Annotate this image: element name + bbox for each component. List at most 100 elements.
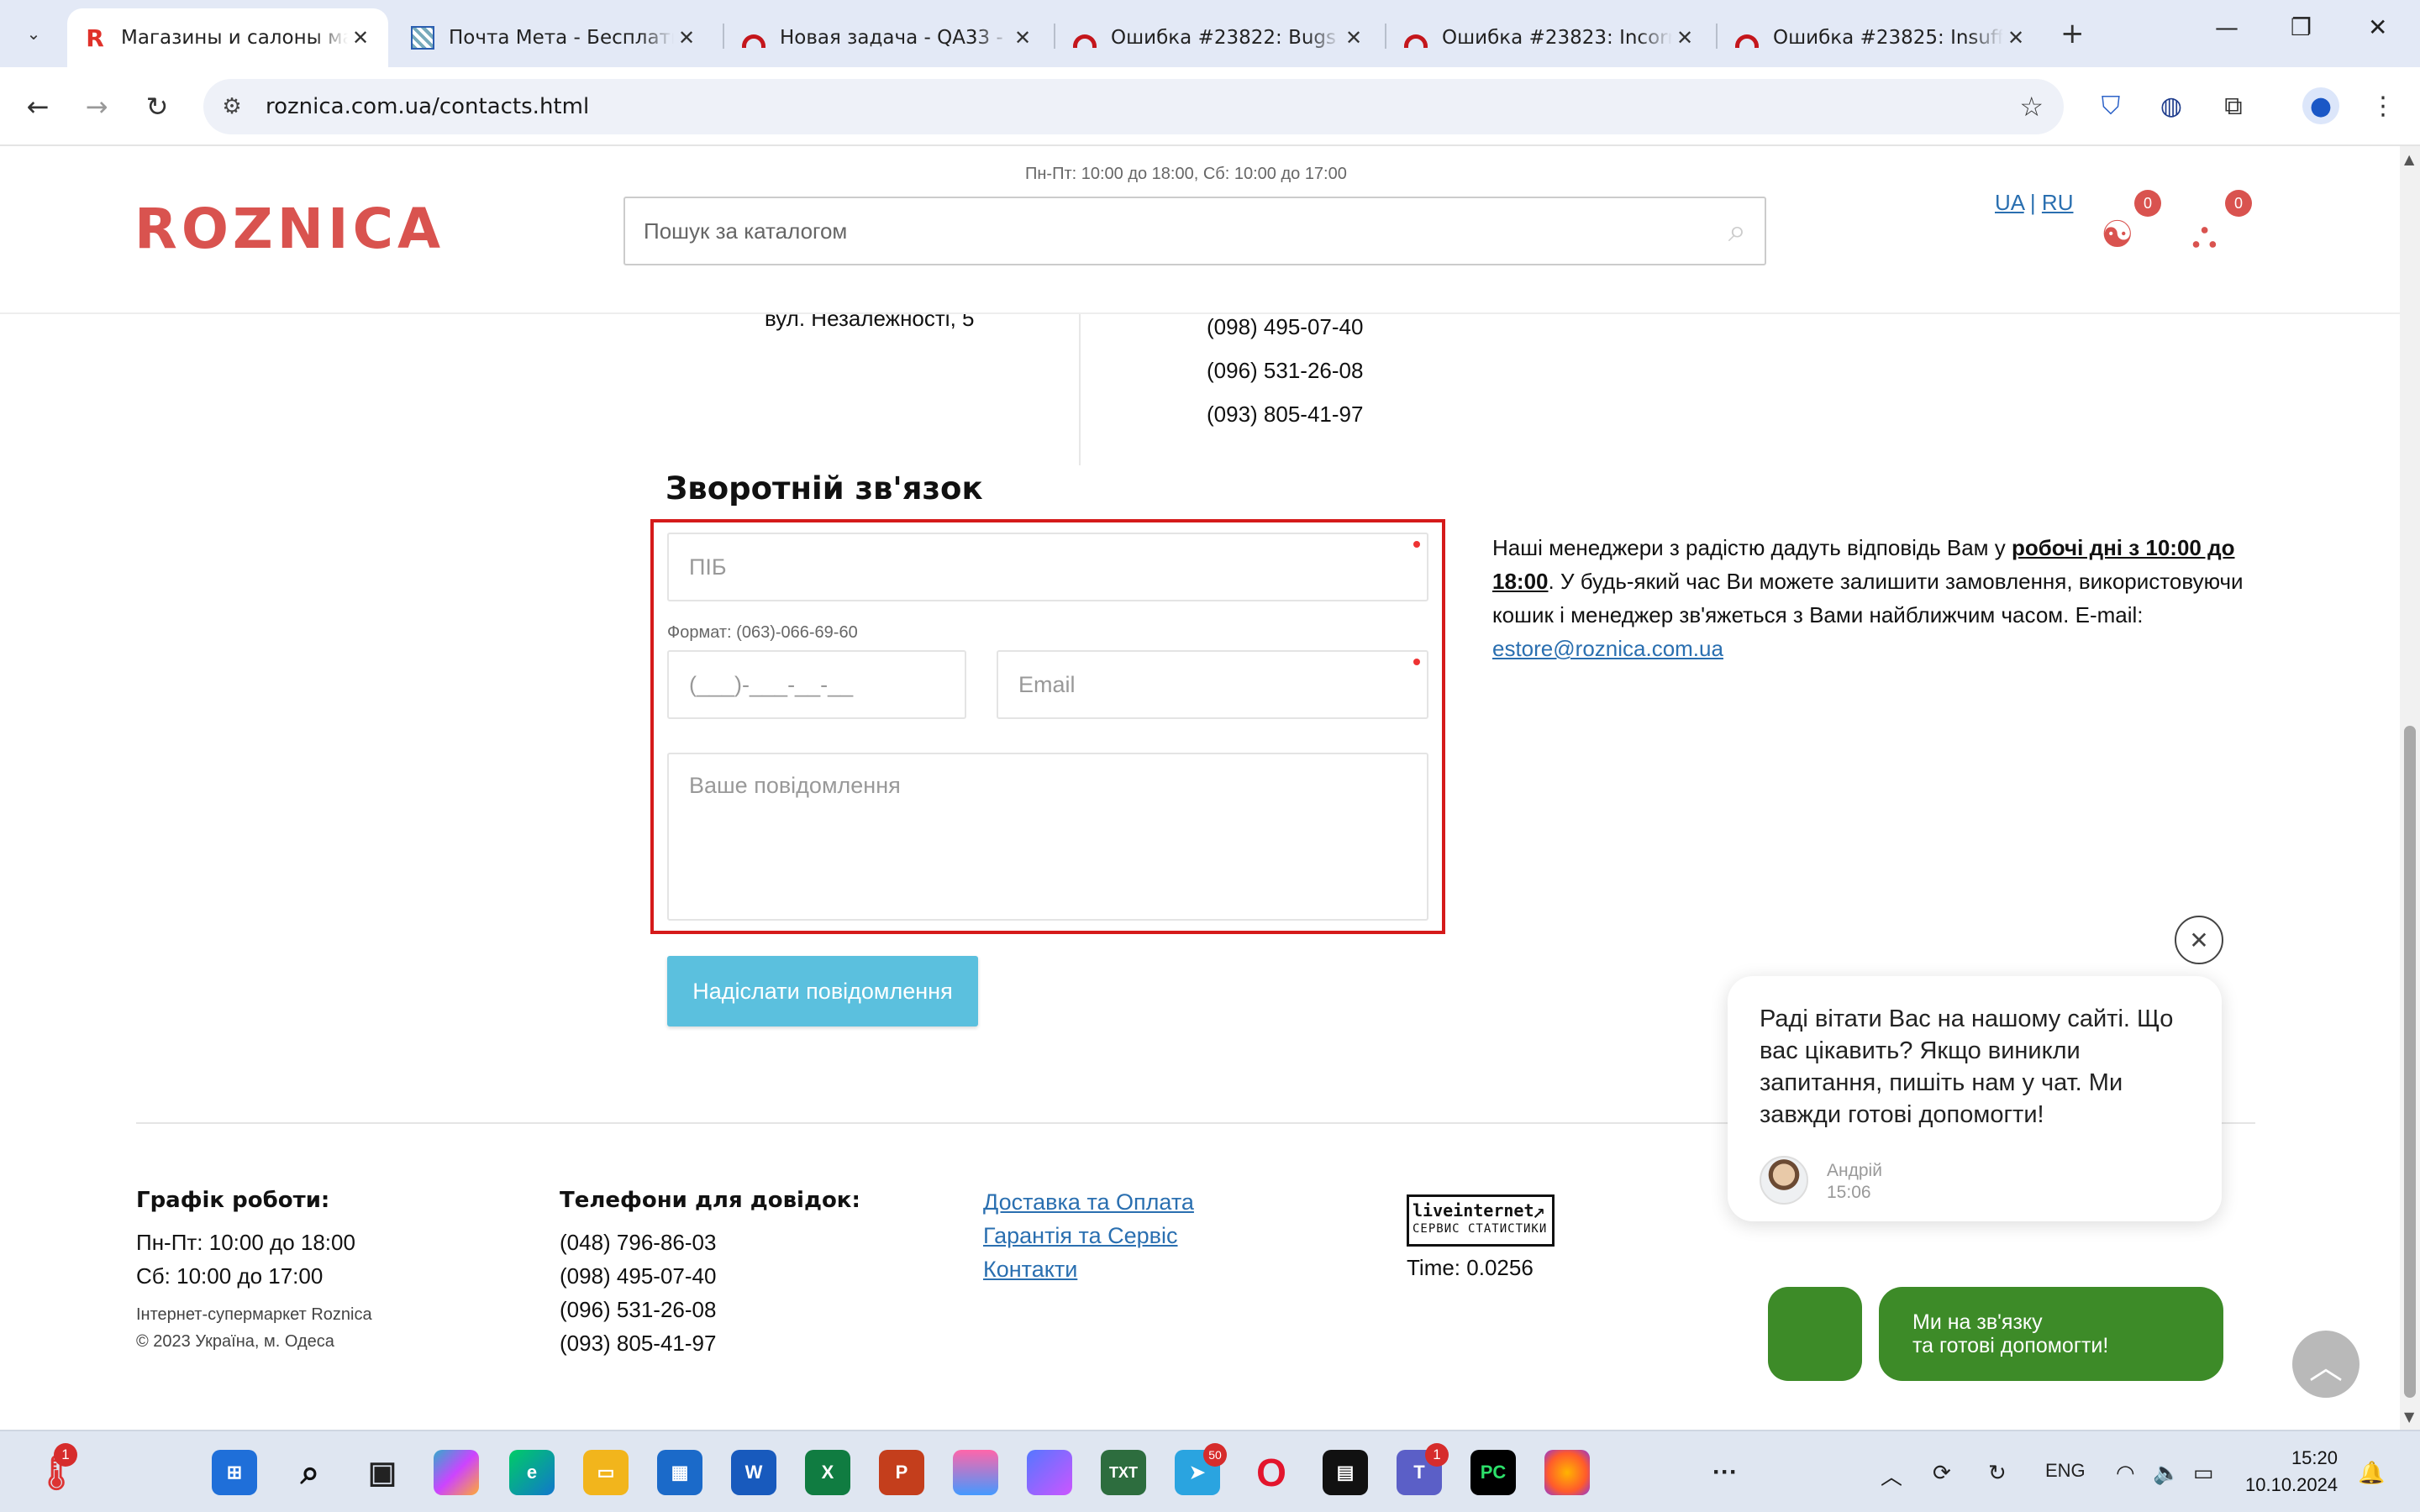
wifi-icon[interactable]: ◠ <box>2116 1460 2135 1486</box>
profile-avatar-icon[interactable]: ● <box>2302 87 2339 124</box>
cart-count-badge: 0 <box>2225 190 2252 217</box>
email-input[interactable]: Email <box>997 650 1428 719</box>
bookmark-star-icon[interactable]: ☆ <box>2019 91 2044 123</box>
browser-menu-icon[interactable]: ⋮ <box>2365 87 2402 124</box>
task-view-icon[interactable]: ▣ <box>360 1450 405 1495</box>
store-phone[interactable]: (098) 495-07-40 <box>1207 314 1363 340</box>
tab-meta-mail[interactable]: Почта Мета - Бесплатн ✕ <box>395 8 714 67</box>
url-text[interactable]: roznica.com.ua/contacts.html <box>266 94 589 119</box>
vpn-globe-icon[interactable]: ◍ <box>2153 87 2190 124</box>
chat-cta-button[interactable]: Ми на зв'язку та готові допомогти! <box>1879 1287 2223 1381</box>
footer-link-warranty[interactable]: Гарантія та Сервіс <box>983 1223 1178 1249</box>
tab-roznica[interactable]: R Магазины и салоны ма ✕ <box>67 8 388 67</box>
meta-mail-icon <box>410 25 435 50</box>
tab-bug-23822[interactable]: Ошибка #23822: Bugs ( ✕ <box>1057 8 1381 67</box>
scroll-up-arrow-icon[interactable]: ▲ <box>2404 151 2414 167</box>
close-tab-icon[interactable]: ✕ <box>674 26 699 50</box>
footer-link-contacts[interactable]: Контакти <box>983 1257 1077 1283</box>
scroll-down-arrow-icon[interactable]: ▼ <box>2404 1409 2414 1425</box>
search-icon[interactable]: ⌕ <box>287 1450 333 1495</box>
site-logo[interactable]: ROZNICA <box>134 197 445 261</box>
notifications-bell-icon[interactable]: 🔔 <box>2358 1460 2385 1486</box>
footer-link-delivery[interactable]: Доставка та Оплата <box>983 1189 1194 1215</box>
tab-bug-23825[interactable]: Ошибка #23825: Insuffi ✕ <box>1719 8 2044 67</box>
input-language-indicator[interactable]: ENG <box>2045 1460 2086 1482</box>
microsoft-store-icon[interactable]: ▦ <box>657 1450 702 1495</box>
terminal-app-icon[interactable]: ▤ <box>1323 1450 1368 1495</box>
firefox-icon[interactable] <box>1544 1450 1590 1495</box>
lang-ua-link[interactable]: UA <box>1995 190 2024 215</box>
close-window-icon[interactable]: ✕ <box>2368 13 2387 41</box>
arrow-up-right-icon: ↗ <box>1532 1199 1545 1224</box>
footer-phone[interactable]: (098) 495-07-40 <box>560 1263 716 1289</box>
site-settings-icon[interactable]: ⚙ <box>215 94 249 119</box>
close-tab-icon[interactable]: ✕ <box>1672 26 1697 50</box>
compare-binoculars-icon[interactable]: ☯ <box>2101 213 2133 256</box>
start-windows-icon[interactable]: ⊞ <box>212 1450 257 1495</box>
cart-basket-icon[interactable]: ⛬ <box>2191 213 2217 256</box>
tray-sync-icon[interactable]: ⟳ <box>1933 1460 1951 1486</box>
browser-tab-bar: ⌄ R Магазины и салоны ма ✕ Почта Мета - … <box>0 0 2420 67</box>
weather-badge: 1 <box>54 1443 77 1467</box>
site-header: Пн-Пт: 10:00 до 18:00, Сб: 10:00 до 17:0… <box>0 146 2400 314</box>
forward-arrow-icon[interactable]: → <box>77 87 116 126</box>
store-phone[interactable]: (093) 805-41-97 <box>1207 402 1363 428</box>
send-message-button[interactable]: Надіслати повідомлення <box>667 956 978 1026</box>
redmine-icon <box>1072 25 1097 50</box>
full-name-input[interactable]: ПІБ <box>667 533 1428 601</box>
message-textarea[interactable]: Ваше повідомлення <box>667 753 1428 921</box>
required-dot <box>1413 541 1420 548</box>
tray-update-icon[interactable]: ↻ <box>1988 1460 2007 1486</box>
chat-launcher-button[interactable] <box>1768 1287 1862 1381</box>
footer-phone[interactable]: (096) 531-26-08 <box>560 1297 716 1323</box>
new-tab-plus-icon[interactable]: + <box>2060 17 2085 50</box>
word-icon[interactable]: W <box>731 1450 776 1495</box>
catalog-search-input[interactable]: Пошук за каталогом ⌕ <box>623 197 1766 265</box>
footer-phone[interactable]: (048) 796-86-03 <box>560 1230 716 1256</box>
reload-icon[interactable]: ↻ <box>138 87 176 126</box>
pycharm-icon[interactable]: PC <box>1470 1450 1516 1495</box>
tab-search-chevron-icon[interactable]: ⌄ <box>15 15 52 52</box>
address-bar[interactable]: ⚙ roznica.com.ua/contacts.html ☆ <box>203 79 2064 134</box>
paint-drop-icon[interactable] <box>953 1450 998 1495</box>
close-tab-icon[interactable]: ✕ <box>2003 26 2028 50</box>
tray-chevron-up-icon[interactable]: ︿ <box>1881 1460 1902 1491</box>
tab-new-task[interactable]: Новая задача - QA33 - ✕ <box>726 8 1050 67</box>
compare-count-badge: 0 <box>2134 190 2161 217</box>
edge-browser-icon[interactable]: e <box>509 1450 555 1495</box>
liveinternet-counter[interactable]: liveinternet ↗ СЕРВИС СТАТИСТИКИ <box>1407 1194 1555 1247</box>
close-tab-icon[interactable]: ✕ <box>1341 26 1366 50</box>
restore-icon[interactable]: ❐ <box>2291 13 2312 41</box>
excel-icon[interactable]: X <box>805 1450 850 1495</box>
system-clock[interactable]: 15:20 10.10.2024 <box>2245 1445 2338 1499</box>
agent-avatar <box>1760 1156 1808 1205</box>
extensions-puzzle-icon[interactable]: ⧉ <box>2215 87 2252 124</box>
close-tab-icon[interactable]: ✕ <box>348 26 373 50</box>
scroll-to-top-icon[interactable]: ︿ <box>2292 1331 2360 1398</box>
lang-ru-link[interactable]: RU <box>2042 190 2074 215</box>
close-tab-icon[interactable]: ✕ <box>1010 26 1035 50</box>
tab-bug-23823[interactable]: Ошибка #23823: Incorr ✕ <box>1388 8 1712 67</box>
scrollbar-thumb[interactable] <box>2404 726 2416 1398</box>
copilot-icon[interactable] <box>434 1450 479 1495</box>
phone-input[interactable]: (___)-___-__-__ <box>667 650 966 719</box>
chat-close-icon[interactable]: ✕ <box>2175 916 2223 964</box>
search-icon[interactable]: ⌕ <box>1728 213 1746 249</box>
volume-icon[interactable]: 🔈 <box>2153 1460 2180 1486</box>
back-arrow-icon[interactable]: ← <box>18 87 57 126</box>
powerpoint-icon[interactable]: P <box>879 1450 924 1495</box>
email-link[interactable]: estore@roznica.com.ua <box>1492 636 1723 661</box>
minimize-icon[interactable]: — <box>2215 13 2238 41</box>
store-phone[interactable]: (096) 531-26-08 <box>1207 358 1363 384</box>
page-scrollbar[interactable]: ▲ ▼ <box>2400 146 2420 1430</box>
file-explorer-icon[interactable]: ▭ <box>583 1450 629 1495</box>
shield-extension-icon[interactable]: ⛉ <box>2092 87 2129 124</box>
footer-phone[interactable]: (093) 805-41-97 <box>560 1331 716 1357</box>
chat-message: Раді вітати Вас на нашому сайті. Що вас … <box>1760 1005 2174 1128</box>
loop-app-icon[interactable] <box>1027 1450 1072 1495</box>
battery-icon[interactable]: ▭ <box>2193 1460 2214 1486</box>
txt-editor-icon[interactable]: TXT <box>1101 1450 1146 1495</box>
opera-icon[interactable]: O <box>1249 1450 1294 1495</box>
chat-greeting-bubble[interactable]: Раді вітати Вас на нашому сайті. Що вас … <box>1728 976 2222 1221</box>
more-apps-icon[interactable]: ··· <box>1702 1450 1748 1495</box>
